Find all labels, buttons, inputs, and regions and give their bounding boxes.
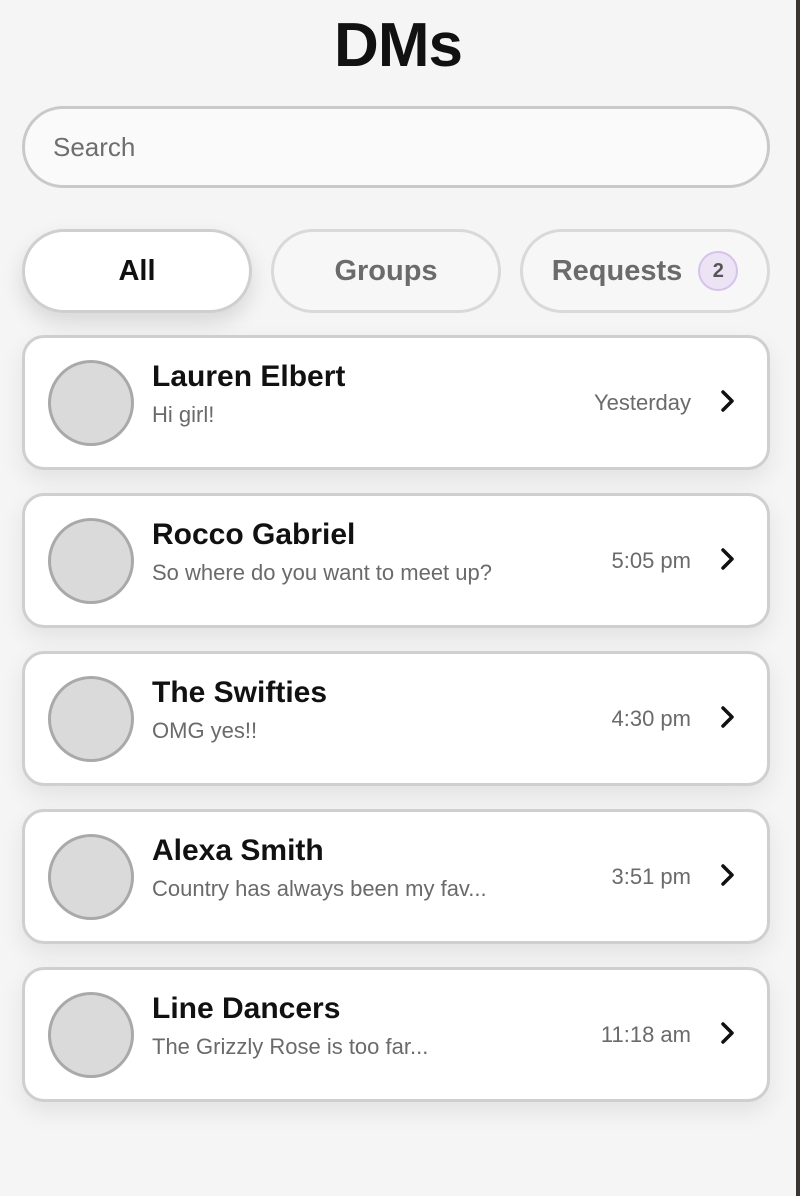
search-input[interactable] <box>25 109 767 185</box>
tab-all[interactable]: All <box>22 229 252 313</box>
message-time: 3:51 pm <box>611 864 692 889</box>
conversation-item[interactable]: Line Dancers The Grizzly Rose is too far… <box>22 967 770 1102</box>
conversation-name: Rocco Gabriel <box>152 518 356 551</box>
tab-requests-label: Requests <box>551 254 683 287</box>
avatar <box>48 992 134 1078</box>
tab-groups[interactable]: Groups <box>271 229 501 313</box>
requests-count-badge: 2 <box>698 251 739 291</box>
message-time: 11:18 am <box>600 1022 691 1047</box>
chevron-right-icon <box>721 1022 734 1044</box>
message-preview: So where do you want to meet up? <box>152 560 492 585</box>
chevron-right-icon <box>721 548 734 570</box>
message-time: Yesterday <box>593 390 691 415</box>
avatar <box>48 834 134 920</box>
message-preview: Country has always been my fav... <box>152 876 487 901</box>
chevron-right-icon <box>721 706 734 728</box>
conversation-name: Alexa Smith <box>152 834 324 867</box>
avatar <box>48 360 134 446</box>
tab-groups-label: Groups <box>334 254 438 287</box>
conversation-item[interactable]: Rocco Gabriel So where do you want to me… <box>22 493 770 628</box>
message-preview: OMG yes!! <box>152 718 258 743</box>
message-time: 4:30 pm <box>611 706 692 731</box>
conversation-item[interactable]: Alexa Smith Country has always been my f… <box>22 809 770 944</box>
message-preview: The Grizzly Rose is too far... <box>152 1034 429 1059</box>
conversation-name: Lauren Elbert <box>152 360 346 393</box>
conversation-item[interactable]: Lauren Elbert Hi girl! Yesterday <box>22 335 770 470</box>
page-title: DMs <box>334 11 463 80</box>
chevron-right-icon <box>721 390 734 412</box>
window-edge <box>796 0 800 1196</box>
avatar <box>48 676 134 762</box>
message-time: 5:05 pm <box>611 548 692 573</box>
tab-requests[interactable]: Requests 2 <box>520 229 770 313</box>
avatar <box>48 518 134 604</box>
conversation-name: The Swifties <box>152 676 328 709</box>
message-preview: Hi girl! <box>152 402 215 427</box>
tab-all-label: All <box>118 254 156 287</box>
conversation-list: Lauren Elbert Hi girl! Yesterday Rocco G… <box>22 335 770 1125</box>
search-bar[interactable] <box>22 106 770 188</box>
conversation-item[interactable]: The Swifties OMG yes!! 4:30 pm <box>22 651 770 786</box>
conversation-name: Line Dancers <box>152 992 341 1025</box>
chevron-right-icon <box>721 864 734 886</box>
